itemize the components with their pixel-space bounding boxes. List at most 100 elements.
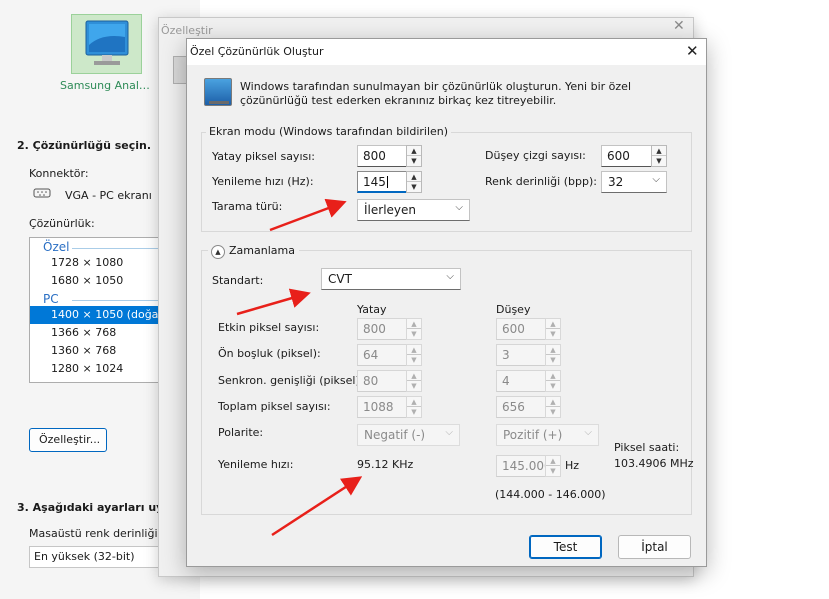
resolution-group-custom: Özel (30, 238, 168, 254)
connector-value: VGA - PC ekranı (65, 189, 152, 202)
horizontal-frequency: 95.12 KHz (357, 458, 414, 471)
chevron-down-icon: ⌵ (445, 427, 453, 438)
timing-legend: Zamanlama (229, 244, 295, 257)
v-lines-input[interactable]: 600 (601, 145, 652, 167)
pixel-clock-label: Piksel saati: (614, 441, 680, 454)
customize-dialog-title: Özelleştir (161, 24, 213, 37)
spin-arrows: ▲ ▼ (406, 318, 422, 340)
spin-down-icon[interactable]: ▼ (407, 182, 421, 192)
pixel-clock-value: 103.4906 MHz (614, 457, 694, 470)
connector-label: Konnektör: (29, 167, 89, 180)
spin-arrows: ▲ ▼ (406, 344, 422, 366)
v-lines-stepper[interactable]: 600 ▲ ▼ (601, 145, 667, 167)
resolution-item-selected[interactable]: 1400 × 1050 (doğal) (30, 306, 168, 324)
sync-width-label: Senkron. genişliği (piksel): (218, 374, 364, 387)
sync-width-h-input: 80 (357, 370, 407, 392)
resolution-label: Çözünürlük: (29, 217, 95, 230)
resolution-item[interactable]: 1280 × 1024 (30, 360, 168, 378)
color-depth-bpp-label: Renk derinliği (bpp): (485, 175, 597, 188)
refresh-rate-value: 145 (363, 175, 386, 189)
monitor-icon (173, 56, 187, 84)
vga-connector-icon (33, 187, 51, 202)
refresh-range: (144.000 - 146.000) (495, 488, 606, 501)
color-depth-label: Masaüstü renk derinliği: (29, 527, 162, 540)
h-pixels-stepper[interactable]: 800 ▲ ▼ (357, 145, 422, 167)
resolution-item[interactable]: 1680 × 1050 (30, 272, 168, 290)
total-pixels-h-stepper: 1088 ▲ ▼ (357, 396, 422, 418)
front-porch-h-stepper: 64 ▲ ▼ (357, 344, 422, 366)
spin-arrows: ▲ ▼ (406, 396, 422, 418)
cancel-button[interactable]: İptal (618, 535, 691, 559)
sync-width-h-stepper: 80 ▲ ▼ (357, 370, 422, 392)
sync-width-v-stepper: 4 ▲ ▼ (496, 370, 561, 392)
active-pixels-v-input: 600 (496, 318, 546, 340)
total-pixels-label: Toplam piksel sayısı: (218, 400, 331, 413)
polarity-label: Polarite: (218, 426, 264, 439)
monitor-tile[interactable] (71, 14, 142, 74)
step3-title: 3. Aşağıdaki ayarları uygu (17, 501, 180, 514)
resolution-item[interactable]: 1366 × 768 (30, 324, 168, 342)
v-refresh-unit: Hz (565, 459, 580, 472)
text-caret (386, 176, 388, 188)
total-pixels-h-input: 1088 (357, 396, 407, 418)
standard-value: CVT (328, 272, 352, 286)
dialog-info-text: Windows tarafından sunulmayan bir çözünü… (240, 80, 631, 107)
total-pixels-v-input: 656 (496, 396, 546, 418)
collapse-timing-button[interactable]: ▲ (211, 245, 225, 259)
resolution-item[interactable]: 1728 × 1080 (30, 254, 168, 272)
front-porch-v-input: 3 (496, 344, 546, 366)
h-pixels-input[interactable]: 800 (357, 145, 407, 167)
color-depth-bpp-value: 32 (608, 175, 624, 189)
display-mode-legend: Ekran modu (Windows tarafından bildirile… (206, 125, 452, 138)
spin-arrows: ▲ ▼ (545, 455, 561, 477)
v-lines-label: Düşey çizgi sayısı: (485, 149, 586, 162)
polarity-v-value: Pozitif (+) (503, 428, 563, 442)
refresh-rate-stepper[interactable]: 145 ▲ ▼ (357, 171, 422, 193)
chevron-down-icon: ⌵ (446, 271, 454, 282)
v-refresh-input: 145.000 (496, 455, 552, 477)
spin-arrows: ▲ ▼ (545, 370, 561, 392)
polarity-h-value: Negatif (-) (364, 428, 426, 442)
customize-button[interactable]: Özelleştir... (29, 428, 107, 452)
resolution-group-pc: PC (30, 290, 168, 306)
col-vertical-header: Düşey (496, 303, 531, 316)
polarity-v-select: Pozitif (+) ⌵ (496, 424, 599, 446)
scan-type-select[interactable]: İlerleyen ⌵ (357, 199, 470, 221)
spin-up-icon[interactable]: ▲ (407, 172, 421, 182)
close-icon[interactable]: ✕ (673, 18, 685, 34)
active-pixels-h-stepper: 800 ▲ ▼ (357, 318, 422, 340)
chevron-down-icon: ⌵ (584, 427, 592, 438)
test-button[interactable]: Test (529, 535, 602, 559)
h-pixels-spin[interactable]: ▲ ▼ (406, 145, 422, 167)
active-pixels-h-input: 800 (357, 318, 407, 340)
spin-arrows: ▲ ▼ (545, 318, 561, 340)
scan-type-value: İlerleyen (364, 203, 416, 217)
step2-title: 2. Çözünürlüğü seçin. (17, 139, 152, 152)
spin-arrows: ▲ ▼ (545, 344, 561, 366)
front-porch-label: Ön boşluk (piksel): (218, 347, 321, 360)
spin-up-icon[interactable]: ▲ (407, 146, 421, 156)
h-pixels-label: Yatay piksel sayısı: (212, 150, 315, 163)
v-lines-spin[interactable]: ▲ ▼ (651, 145, 667, 167)
v-refresh-stepper: 145.000 ▲ ▼ (496, 455, 561, 477)
refresh-label: Yenileme hızı: (218, 458, 294, 471)
refresh-rate-label: Yenileme hızı (Hz): (212, 175, 314, 188)
resolution-item[interactable]: 1360 × 768 (30, 342, 168, 360)
polarity-h-select: Negatif (-) ⌵ (357, 424, 460, 446)
spin-arrows: ▲ ▼ (545, 396, 561, 418)
refresh-rate-spin[interactable]: ▲ ▼ (406, 171, 422, 193)
standard-select[interactable]: CVT ⌵ (321, 268, 461, 290)
chevron-down-icon: ⌵ (455, 202, 463, 213)
resolution-list[interactable]: Özel 1728 × 1080 1680 × 1050 PC 1400 × 1… (29, 237, 169, 383)
close-icon[interactable]: ✕ (686, 42, 699, 60)
total-pixels-v-stepper: 656 ▲ ▼ (496, 396, 561, 418)
spin-down-icon[interactable]: ▼ (407, 156, 421, 166)
active-pixels-v-stepper: 600 ▲ ▼ (496, 318, 561, 340)
active-pixels-label: Etkin piksel sayısı: (218, 321, 320, 334)
spin-down-icon[interactable]: ▼ (652, 156, 666, 166)
front-porch-h-input: 64 (357, 344, 407, 366)
spin-up-icon[interactable]: ▲ (652, 146, 666, 156)
front-porch-v-stepper: 3 ▲ ▼ (496, 344, 561, 366)
color-depth-bpp-select[interactable]: 32 ⌵ (601, 171, 667, 193)
refresh-rate-input[interactable]: 145 (357, 171, 407, 193)
